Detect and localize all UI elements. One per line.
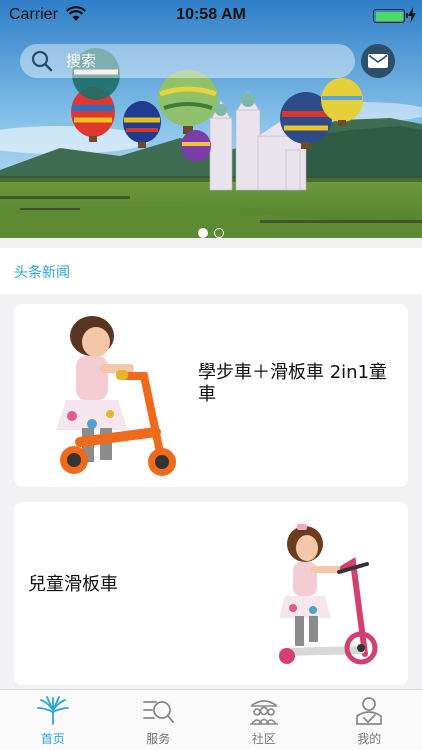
news-title[interactable]: 兒童滑板車 [28,570,118,596]
section-title: 头条新闻 [14,265,70,281]
tab-label: 首页 [40,732,65,746]
tab-home[interactable]: 首页 [0,690,106,750]
page-dot-2[interactable] [214,228,224,238]
tab-mine[interactable]: 我的 [317,690,422,750]
child-balance-bike-photo [56,316,176,476]
lotus-icon [36,696,69,725]
tab-community[interactable]: 社区 [211,690,317,750]
news-section-header: 头条新闻 [0,248,422,294]
news-title[interactable]: 學步車＋滑板車 2in1童車 [198,362,398,406]
page-dot-1[interactable] [198,228,208,238]
community-icon [249,700,278,725]
news-card[interactable]: 兒童滑板車 [14,502,408,685]
search-bar[interactable] [20,44,355,78]
child-scooter-photo [279,524,378,665]
search-input[interactable] [66,52,266,70]
profile-icon [356,697,383,725]
charging-icon [408,7,416,23]
page-indicator[interactable] [0,223,422,238]
clock: 10:58 AM [176,6,246,23]
search-icon [31,50,53,72]
balloon-festival-photo [0,0,422,238]
service-search-icon [143,701,175,723]
news-card[interactable]: 學步車＋滑板車 2in1童車 [14,304,408,487]
tab-service[interactable]: 服务 [106,690,212,750]
message-button[interactable] [361,44,395,78]
tab-bar: 首页 服务 社区 我的 [0,689,422,750]
status-bar: Carrier 10:58 AM [0,0,422,30]
tab-label: 我的 [357,732,382,746]
mail-icon [368,54,388,68]
tab-label: 社区 [251,732,276,746]
hero-banner[interactable] [0,0,422,238]
battery-icon [373,9,408,23]
tab-label: 服务 [146,732,171,746]
